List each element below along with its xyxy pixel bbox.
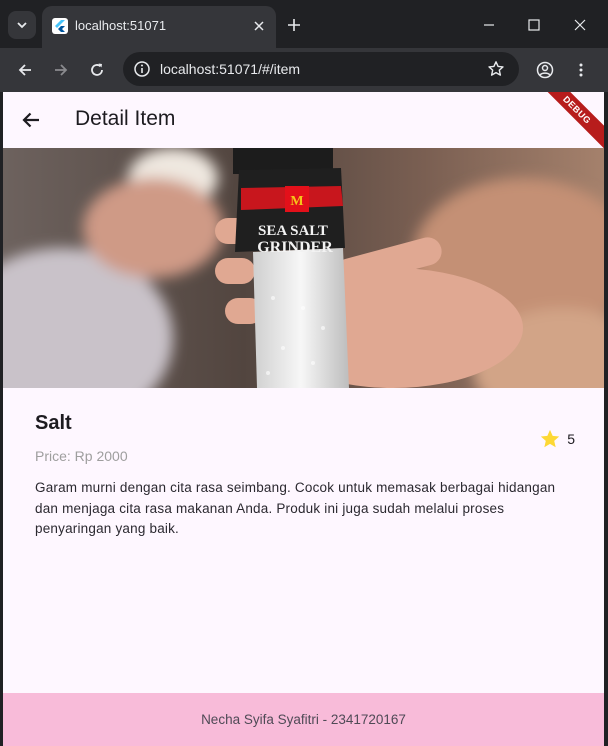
footer: Necha Syifa Syafitri - 2341720167 [3,693,604,746]
bookmark-star-icon[interactable] [487,60,505,78]
address-bar[interactable]: localhost:51071/#/item [123,52,519,86]
tab-close-button[interactable] [250,17,268,35]
profile-button[interactable] [531,56,559,84]
reload-button[interactable] [83,56,111,84]
arrow-right-icon [55,64,68,76]
item-rating: 5 [539,428,575,450]
footer-text: Necha Syifa Syafitri - 2341720167 [201,712,406,727]
chevron-down-icon [17,22,27,29]
jar-label-line2: GRINDER [257,239,333,256]
browser-menu-button[interactable] [567,56,595,84]
new-tab-button[interactable] [284,15,304,35]
item-price: Price: Rp 2000 [35,448,128,464]
item-description: Garam murni dengan cita rasa seimbang. C… [35,480,556,536]
window-close-button[interactable] [565,10,595,40]
tab-search-button[interactable] [8,11,36,39]
arrow-left-icon [22,112,39,128]
rating-value: 5 [567,431,575,447]
more-vert-icon [579,63,583,77]
app-back-button[interactable] [17,106,45,134]
url-text: localhost:51071/#/item [160,61,301,77]
arrow-left-icon [18,64,31,76]
account-icon [536,61,554,79]
browser-toolbar: localhost:51071/#/item [0,48,608,92]
svg-text:M: M [290,194,303,209]
back-nav-button[interactable] [11,56,39,84]
item-image: M SEA SALT GRINDER [3,148,604,388]
maximize-icon [528,19,540,31]
app-bar: Detail Item DEBUG [3,92,604,155]
jar-label-line1: SEA SALT [258,223,328,239]
maximize-button[interactable] [519,10,549,40]
app-viewport: Detail Item DEBUG M SEA SALT GRINDER Sal… [3,92,604,746]
minimize-icon [484,24,494,26]
close-icon [574,19,586,31]
reload-icon [91,63,103,76]
browser-tab[interactable]: localhost:51071 [42,6,276,48]
page-title: Detail Item [75,107,176,130]
minimize-button[interactable] [474,10,504,40]
browser-tabstrip: localhost:51071 [0,0,608,48]
item-name: Salt [35,412,72,434]
close-icon [254,21,264,31]
tab-title: localhost:51071 [75,18,167,33]
plus-icon [288,19,300,31]
info-icon[interactable] [133,60,151,78]
star-icon [541,429,560,448]
debug-banner: DEBUG [532,92,604,155]
forward-nav-button[interactable] [47,56,75,84]
flutter-icon [52,18,68,34]
